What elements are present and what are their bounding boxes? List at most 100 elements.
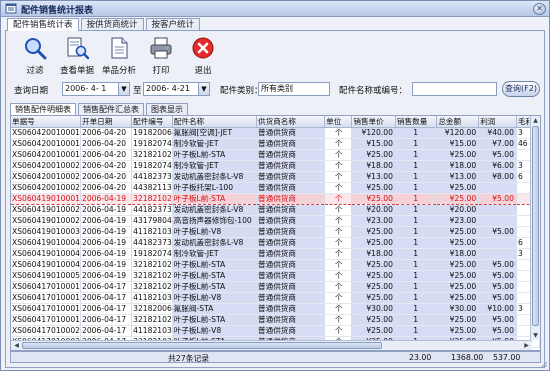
table-cell: ¥5.00: [478, 292, 517, 304]
column-header[interactable]: 销售数量: [395, 116, 438, 128]
scroll-left-icon[interactable]: ◀: [12, 341, 21, 350]
table-row[interactable]: XS060419010005 2006-04-19 32182102 叶子板L前-ST…: [11, 270, 540, 282]
table-row[interactable]: XS060420010001 2006-04-20 19182074 制冷软管-JET…: [11, 138, 540, 150]
table-cell: ¥25.00: [351, 182, 396, 194]
table-row[interactable]: XS060419010002 2006-04-19 43179804 高音扬声器修饰包…: [11, 215, 540, 227]
table-row[interactable]: XS060419010004 2006-04-19 44182373 发动机盖密封条L…: [11, 237, 540, 249]
table-row[interactable]: XS060419010003 2006-04-19 41182103 叶子板L前-V8…: [11, 226, 540, 238]
table-cell: 2006-04-20: [80, 149, 133, 161]
table-cell: XS060420010001: [11, 127, 81, 139]
tab-sales-summary[interactable]: 销售配件汇总表: [78, 103, 144, 115]
table-row[interactable]: XS060419010001 2006-04-19 32182102 叶子板L前-ST…: [11, 193, 540, 205]
table-cell: ¥25.00: [436, 226, 480, 238]
scroll-down-icon[interactable]: ▼: [531, 331, 540, 340]
table-row[interactable]: XS060417010002 2006-04-17 41182103 叶子板L前-V8…: [11, 325, 540, 337]
table-cell: 41182103: [131, 292, 173, 304]
window-title: 配件销售统计报表: [21, 6, 94, 16]
table-cell: ¥5.00: [478, 281, 517, 293]
table-cell: 1: [395, 325, 438, 337]
table-cell: 2006-04-20: [80, 182, 133, 194]
table-cell: XS060419010002: [11, 215, 81, 227]
table-cell: ¥20.00: [351, 204, 396, 216]
print-button[interactable]: 打印: [142, 34, 180, 78]
part-name-input[interactable]: [412, 82, 497, 96]
column-header[interactable]: 配件编号: [131, 116, 173, 128]
table-cell: ¥40.00: [478, 127, 517, 139]
table-cell: 1: [395, 226, 438, 238]
table-cell: 普通供货商: [256, 149, 326, 161]
table-cell: 普通供货商: [256, 248, 326, 260]
table-row[interactable]: XS060417010001 2006-04-17 32182006 氟胀阀-STA 普…: [11, 303, 540, 315]
exit-button[interactable]: 退出: [184, 34, 222, 78]
table-cell: 普通供货商: [256, 281, 326, 293]
table-cell: ¥25.00: [436, 259, 480, 271]
item-analysis-button[interactable]: 单品分析: [100, 34, 138, 78]
view-document-button[interactable]: 查看单据: [58, 34, 96, 78]
table-cell: 高音扬声器修饰包-100: [172, 215, 258, 227]
table-cell: XS060419010004: [11, 237, 81, 249]
table-row[interactable]: XS060417010001 2006-04-17 41182103 叶子板L前-V8…: [11, 292, 540, 304]
table-cell: 叶子板L前-STA: [172, 281, 258, 293]
column-header[interactable]: 开单日期: [80, 116, 133, 128]
table-cell: XS060419010001: [11, 193, 81, 205]
chevron-down-icon[interactable]: ▼: [118, 83, 129, 95]
table-cell: 个: [324, 138, 353, 150]
category-field[interactable]: 所有类别: [258, 82, 330, 96]
table-cell: 1: [395, 182, 438, 194]
table-row[interactable]: XS060420010001 2006-04-20 19182006 氟胀阀[空调]-…: [11, 127, 540, 139]
date-from-value: 2006- 4- 1: [65, 84, 107, 93]
table-cell: 19182006: [131, 127, 173, 139]
column-header[interactable]: 单据号: [11, 116, 81, 128]
column-header[interactable]: 供货商名称: [256, 116, 326, 128]
close-icon[interactable]: ✕: [533, 3, 546, 15]
date-to-picker[interactable]: 2006- 4-21 ▼: [143, 82, 210, 96]
table-row[interactable]: XS060420010002 2006-04-20 19182074 制冷软管-JET…: [11, 160, 540, 172]
table-row[interactable]: XS060420010002 2006-04-20 44182373 发动机盖密封条L…: [11, 171, 540, 183]
table-row[interactable]: XS060417010001 2006-04-17 32182102 叶子板L前-ST…: [11, 314, 540, 326]
scroll-thumb[interactable]: [22, 342, 382, 349]
column-header[interactable]: 总金额: [436, 116, 480, 128]
tab-sales-detail[interactable]: 销售配件明细表: [10, 103, 76, 115]
filter-bar: 查询日期 2006- 4- 1 ▼ 至 2006- 4-21 ▼ 配件类别： 所…: [12, 81, 542, 99]
table-cell: ¥23.00: [436, 215, 480, 227]
scroll-right-icon[interactable]: ▶: [522, 341, 531, 350]
chevron-down-icon[interactable]: ▼: [198, 83, 209, 95]
table-cell: ¥120.00: [351, 127, 396, 139]
table-cell: 1: [395, 171, 438, 183]
table-row[interactable]: XS060419010002 2006-04-19 44182373 发动机盖密封条L…: [11, 204, 540, 216]
scroll-thumb[interactable]: [532, 126, 539, 326]
table-cell: 1: [395, 160, 438, 172]
table-row[interactable]: XS060420010001 2006-04-20 32182102 叶子板L前-ST…: [11, 149, 540, 161]
table-cell: XS060419010004: [11, 248, 81, 260]
tab-sales-stats[interactable]: 配件销售统计表: [7, 18, 79, 31]
date-from-picker[interactable]: 2006- 4- 1 ▼: [62, 82, 130, 96]
table-cell: 个: [324, 281, 353, 293]
table-cell: 个: [324, 292, 353, 304]
table-cell: 43179804: [131, 215, 173, 227]
table-row[interactable]: XS060420010002 2006-04-20 44382113 叶子板托架L-1…: [11, 182, 540, 194]
resize-grip-icon[interactable]: [540, 361, 548, 369]
table-body: XS060420010001 2006-04-20 19182006 氟胀阀[空调]-…: [11, 127, 540, 348]
query-button[interactable]: 查询(F2): [502, 81, 540, 97]
vertical-scrollbar[interactable]: ▲ ▼: [530, 116, 540, 340]
table-cell: 44182373: [131, 171, 173, 183]
column-header[interactable]: 配件名称: [172, 116, 258, 128]
table-row[interactable]: XS060419010004 2006-04-19 19182074 制冷软管-JET…: [11, 248, 540, 260]
column-header[interactable]: 销售单价: [351, 116, 396, 128]
table-cell: 32182102: [131, 149, 173, 161]
horizontal-scrollbar[interactable]: ◀ ▶: [11, 340, 532, 350]
table-cell: ¥25.00: [351, 259, 396, 271]
tab-chart-view[interactable]: 图表显示: [146, 103, 188, 115]
sales-detail-grid[interactable]: 单据号 开单日期 配件编号 配件名称 供货商名称 单位 销售单价 销售数量 总金…: [10, 115, 541, 351]
table-cell: ¥6.00: [478, 160, 517, 172]
title-bar[interactable]: 配件销售统计报表 ✕: [1, 1, 549, 17]
column-header[interactable]: 利润: [478, 116, 517, 128]
filter-button[interactable]: 过滤: [16, 34, 54, 78]
table-row[interactable]: XS060419010004 2006-04-19 32182102 叶子板L前-ST…: [11, 259, 540, 271]
table-cell: [478, 182, 517, 194]
table-cell: ¥18.00: [436, 248, 480, 260]
table-row[interactable]: XS060417010001 2006-04-17 32182102 叶子板L前-ST…: [11, 281, 540, 293]
scroll-up-icon[interactable]: ▲: [531, 116, 540, 125]
column-header[interactable]: 单位: [324, 116, 353, 128]
table-cell: 1: [395, 292, 438, 304]
